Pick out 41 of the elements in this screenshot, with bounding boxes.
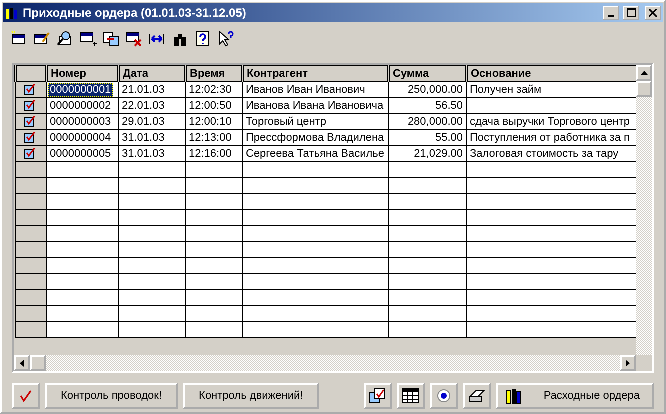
scroll-thumb[interactable] bbox=[636, 81, 652, 97]
horizontal-scrollbar[interactable] bbox=[14, 355, 652, 371]
expenses-orders-button[interactable]: Расходные ордера bbox=[496, 383, 654, 409]
column-header[interactable]: Основание bbox=[466, 66, 636, 82]
radio-button-icon-button[interactable] bbox=[430, 383, 458, 409]
checkmark-icon bbox=[20, 390, 32, 402]
copy-icon[interactable] bbox=[102, 30, 120, 48]
windows-check-icon bbox=[368, 387, 387, 405]
window-title: Приходные ордера (01.01.03-31.12.05) bbox=[23, 6, 248, 20]
column-header[interactable]: Контрагент bbox=[242, 66, 388, 82]
pointer-help-icon[interactable] bbox=[217, 30, 235, 48]
maximize-icon bbox=[626, 8, 636, 17]
column-header[interactable]: Время bbox=[186, 66, 242, 82]
table-icon bbox=[402, 388, 420, 404]
table-cell[interactable]: 0000000001 bbox=[48, 82, 114, 96]
check-button[interactable] bbox=[12, 383, 40, 409]
maximize-button[interactable] bbox=[623, 6, 639, 20]
help-icon[interactable] bbox=[194, 30, 212, 48]
column-header[interactable]: Сумма bbox=[388, 66, 466, 82]
radio-icon bbox=[436, 389, 451, 403]
close-icon bbox=[649, 8, 657, 16]
up-arrow-icon bbox=[640, 71, 648, 75]
magnifier-icon[interactable] bbox=[56, 30, 74, 48]
column-header[interactable]: Номер bbox=[46, 66, 118, 82]
control-button[interactable]: Контроль движений! bbox=[183, 383, 320, 409]
vertical-scrollbar[interactable] bbox=[636, 65, 652, 355]
table-add-icon[interactable] bbox=[79, 30, 97, 48]
column-header[interactable]: Дата bbox=[118, 66, 186, 82]
minimize-icon bbox=[608, 14, 614, 16]
close-button[interactable] bbox=[645, 6, 661, 20]
scroll-thumb[interactable] bbox=[30, 355, 46, 371]
control-button[interactable]: Контроль проводок! bbox=[45, 383, 178, 409]
printer-button[interactable] bbox=[462, 383, 491, 409]
scrollbar-corner bbox=[636, 355, 652, 371]
table-delete-icon[interactable] bbox=[125, 30, 143, 48]
minimize-button[interactable] bbox=[603, 6, 619, 20]
right-arrow-icon bbox=[626, 360, 630, 366]
table-button[interactable] bbox=[396, 383, 425, 409]
books-icon bbox=[5, 6, 19, 20]
windows-check-button[interactable] bbox=[364, 383, 392, 409]
left-arrow-icon bbox=[20, 360, 24, 366]
